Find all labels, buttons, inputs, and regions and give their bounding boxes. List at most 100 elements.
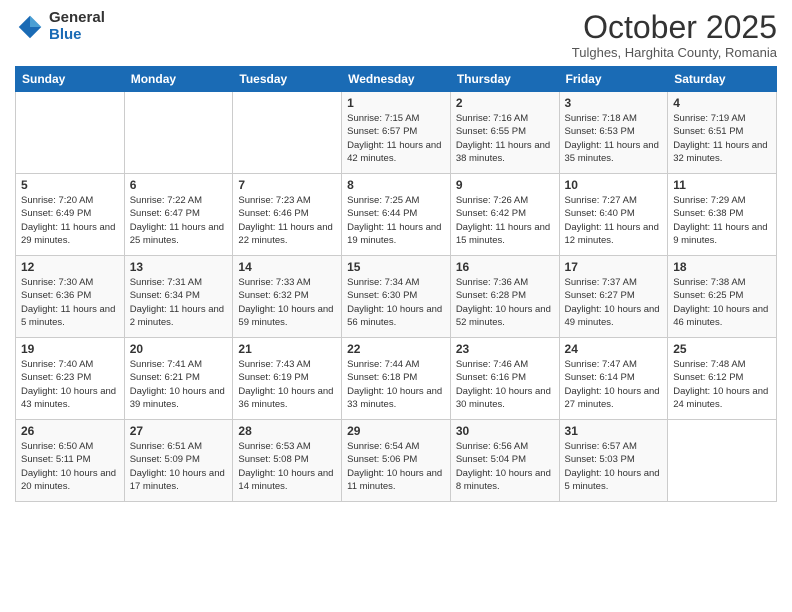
day-cell: 20 Sunrise: 7:41 AMSunset: 6:21 PMDayligh… <box>124 338 233 420</box>
day-cell <box>668 420 777 502</box>
day-cell: 14 Sunrise: 7:33 AMSunset: 6:32 PMDayligh… <box>233 256 342 338</box>
day-cell: 31 Sunrise: 6:57 AMSunset: 5:03 PMDayligh… <box>559 420 668 502</box>
day-cell: 5 Sunrise: 7:20 AMSunset: 6:49 PMDaylight… <box>16 174 125 256</box>
day-cell: 2 Sunrise: 7:16 AMSunset: 6:55 PMDaylight… <box>450 92 559 174</box>
logo-text: General Blue <box>49 10 105 43</box>
day-number: 26 <box>21 424 119 438</box>
day-info: Sunrise: 7:34 AMSunset: 6:30 PMDaylight:… <box>347 276 445 329</box>
day-number: 24 <box>565 342 663 356</box>
day-number: 19 <box>21 342 119 356</box>
day-number: 28 <box>238 424 336 438</box>
day-number: 6 <box>130 178 228 192</box>
day-info: Sunrise: 7:43 AMSunset: 6:19 PMDaylight:… <box>238 358 336 411</box>
day-cell: 19 Sunrise: 7:40 AMSunset: 6:23 PMDayligh… <box>16 338 125 420</box>
day-cell: 9 Sunrise: 7:26 AMSunset: 6:42 PMDaylight… <box>450 174 559 256</box>
day-info: Sunrise: 7:48 AMSunset: 6:12 PMDaylight:… <box>673 358 771 411</box>
day-number: 12 <box>21 260 119 274</box>
day-info: Sunrise: 7:40 AMSunset: 6:23 PMDaylight:… <box>21 358 119 411</box>
day-number: 17 <box>565 260 663 274</box>
day-number: 13 <box>130 260 228 274</box>
day-cell <box>124 92 233 174</box>
day-cell: 12Sunrise: 7:30 AMSunset: 6:36 PMDayligh… <box>16 256 125 338</box>
day-info: Sunrise: 7:27 AMSunset: 6:40 PMDaylight:… <box>565 194 663 247</box>
day-header-wednesday: Wednesday <box>342 67 451 92</box>
logo: General Blue <box>15 10 105 43</box>
day-info: Sunrise: 7:46 AMSunset: 6:16 PMDaylight:… <box>456 358 554 411</box>
day-info: Sunrise: 7:15 AMSunset: 6:57 PMDaylight:… <box>347 112 445 165</box>
day-cell: 17 Sunrise: 7:37 AMSunset: 6:27 PMDayligh… <box>559 256 668 338</box>
day-info: Sunrise: 7:29 AMSunset: 6:38 PMDaylight:… <box>673 194 771 247</box>
day-info: Sunrise: 7:18 AMSunset: 6:53 PMDaylight:… <box>565 112 663 165</box>
day-number: 27 <box>130 424 228 438</box>
day-cell: 4Sunrise: 7:19 AMSunset: 6:51 PMDaylight… <box>668 92 777 174</box>
day-number: 7 <box>238 178 336 192</box>
day-info: Sunrise: 7:41 AMSunset: 6:21 PMDaylight:… <box>130 358 228 411</box>
day-cell: 21 Sunrise: 7:43 AMSunset: 6:19 PMDayligh… <box>233 338 342 420</box>
week-row-1: 1 Sunrise: 7:15 AMSunset: 6:57 PMDaylight… <box>16 92 777 174</box>
location-subtitle: Tulghes, Harghita County, Romania <box>572 45 777 60</box>
logo-icon <box>15 12 45 42</box>
header: General Blue October 2025 Tulghes, Hargh… <box>15 10 777 60</box>
day-info: Sunrise: 6:50 AMSunset: 5:11 PMDaylight:… <box>21 440 119 493</box>
day-info: Sunrise: 7:33 AMSunset: 6:32 PMDaylight:… <box>238 276 336 329</box>
day-number: 10 <box>565 178 663 192</box>
day-info: Sunrise: 6:53 AMSunset: 5:08 PMDaylight:… <box>238 440 336 493</box>
day-cell: 6 Sunrise: 7:22 AMSunset: 6:47 PMDaylight… <box>124 174 233 256</box>
week-row-2: 5 Sunrise: 7:20 AMSunset: 6:49 PMDaylight… <box>16 174 777 256</box>
day-cell <box>16 92 125 174</box>
day-info: Sunrise: 7:44 AMSunset: 6:18 PMDaylight:… <box>347 358 445 411</box>
day-info: Sunrise: 6:51 AMSunset: 5:09 PMDaylight:… <box>130 440 228 493</box>
day-number: 22 <box>347 342 445 356</box>
day-number: 1 <box>347 96 445 110</box>
day-cell: 10 Sunrise: 7:27 AMSunset: 6:40 PMDayligh… <box>559 174 668 256</box>
day-info: Sunrise: 7:16 AMSunset: 6:55 PMDaylight:… <box>456 112 554 165</box>
day-info: Sunrise: 7:22 AMSunset: 6:47 PMDaylight:… <box>130 194 228 247</box>
day-info: Sunrise: 7:37 AMSunset: 6:27 PMDaylight:… <box>565 276 663 329</box>
day-cell: 13 Sunrise: 7:31 AMSunset: 6:34 PMDayligh… <box>124 256 233 338</box>
day-info: Sunrise: 7:38 AMSunset: 6:25 PMDaylight:… <box>673 276 771 329</box>
week-row-4: 19 Sunrise: 7:40 AMSunset: 6:23 PMDayligh… <box>16 338 777 420</box>
day-cell <box>233 92 342 174</box>
day-number: 9 <box>456 178 554 192</box>
day-number: 21 <box>238 342 336 356</box>
day-info: Sunrise: 7:47 AMSunset: 6:14 PMDaylight:… <box>565 358 663 411</box>
day-cell: 18Sunrise: 7:38 AMSunset: 6:25 PMDayligh… <box>668 256 777 338</box>
day-cell: 22 Sunrise: 7:44 AMSunset: 6:18 PMDayligh… <box>342 338 451 420</box>
day-number: 29 <box>347 424 445 438</box>
day-info: Sunrise: 7:31 AMSunset: 6:34 PMDaylight:… <box>130 276 228 329</box>
header-row: SundayMondayTuesdayWednesdayThursdayFrid… <box>16 67 777 92</box>
day-number: 8 <box>347 178 445 192</box>
day-number: 30 <box>456 424 554 438</box>
day-info: Sunrise: 7:25 AMSunset: 6:44 PMDaylight:… <box>347 194 445 247</box>
day-number: 3 <box>565 96 663 110</box>
calendar-body: 1 Sunrise: 7:15 AMSunset: 6:57 PMDaylight… <box>16 92 777 502</box>
day-number: 4 <box>673 96 771 110</box>
day-cell: 26 Sunrise: 6:50 AMSunset: 5:11 PMDayligh… <box>16 420 125 502</box>
day-info: Sunrise: 6:57 AMSunset: 5:03 PMDaylight:… <box>565 440 663 493</box>
day-number: 2 <box>456 96 554 110</box>
day-cell: 15Sunrise: 7:34 AMSunset: 6:30 PMDayligh… <box>342 256 451 338</box>
day-header-thursday: Thursday <box>450 67 559 92</box>
day-cell: 24 Sunrise: 7:47 AMSunset: 6:14 PMDayligh… <box>559 338 668 420</box>
day-number: 31 <box>565 424 663 438</box>
day-cell: 23 Sunrise: 7:46 AMSunset: 6:16 PMDayligh… <box>450 338 559 420</box>
day-info: Sunrise: 6:54 AMSunset: 5:06 PMDaylight:… <box>347 440 445 493</box>
calendar-header: SundayMondayTuesdayWednesdayThursdayFrid… <box>16 67 777 92</box>
day-cell: 30 Sunrise: 6:56 AMSunset: 5:04 PMDayligh… <box>450 420 559 502</box>
day-cell: 3 Sunrise: 7:18 AMSunset: 6:53 PMDaylight… <box>559 92 668 174</box>
day-number: 20 <box>130 342 228 356</box>
day-info: Sunrise: 7:20 AMSunset: 6:49 PMDaylight:… <box>21 194 119 247</box>
day-info: Sunrise: 7:26 AMSunset: 6:42 PMDaylight:… <box>456 194 554 247</box>
day-cell: 7 Sunrise: 7:23 AMSunset: 6:46 PMDaylight… <box>233 174 342 256</box>
day-number: 5 <box>21 178 119 192</box>
month-title: October 2025 <box>572 10 777 45</box>
day-cell: 29 Sunrise: 6:54 AMSunset: 5:06 PMDayligh… <box>342 420 451 502</box>
day-info: Sunrise: 7:23 AMSunset: 6:46 PMDaylight:… <box>238 194 336 247</box>
day-number: 14 <box>238 260 336 274</box>
day-number: 23 <box>456 342 554 356</box>
day-header-saturday: Saturday <box>668 67 777 92</box>
day-header-tuesday: Tuesday <box>233 67 342 92</box>
day-info: Sunrise: 6:56 AMSunset: 5:04 PMDaylight:… <box>456 440 554 493</box>
day-header-friday: Friday <box>559 67 668 92</box>
day-number: 11 <box>673 178 771 192</box>
